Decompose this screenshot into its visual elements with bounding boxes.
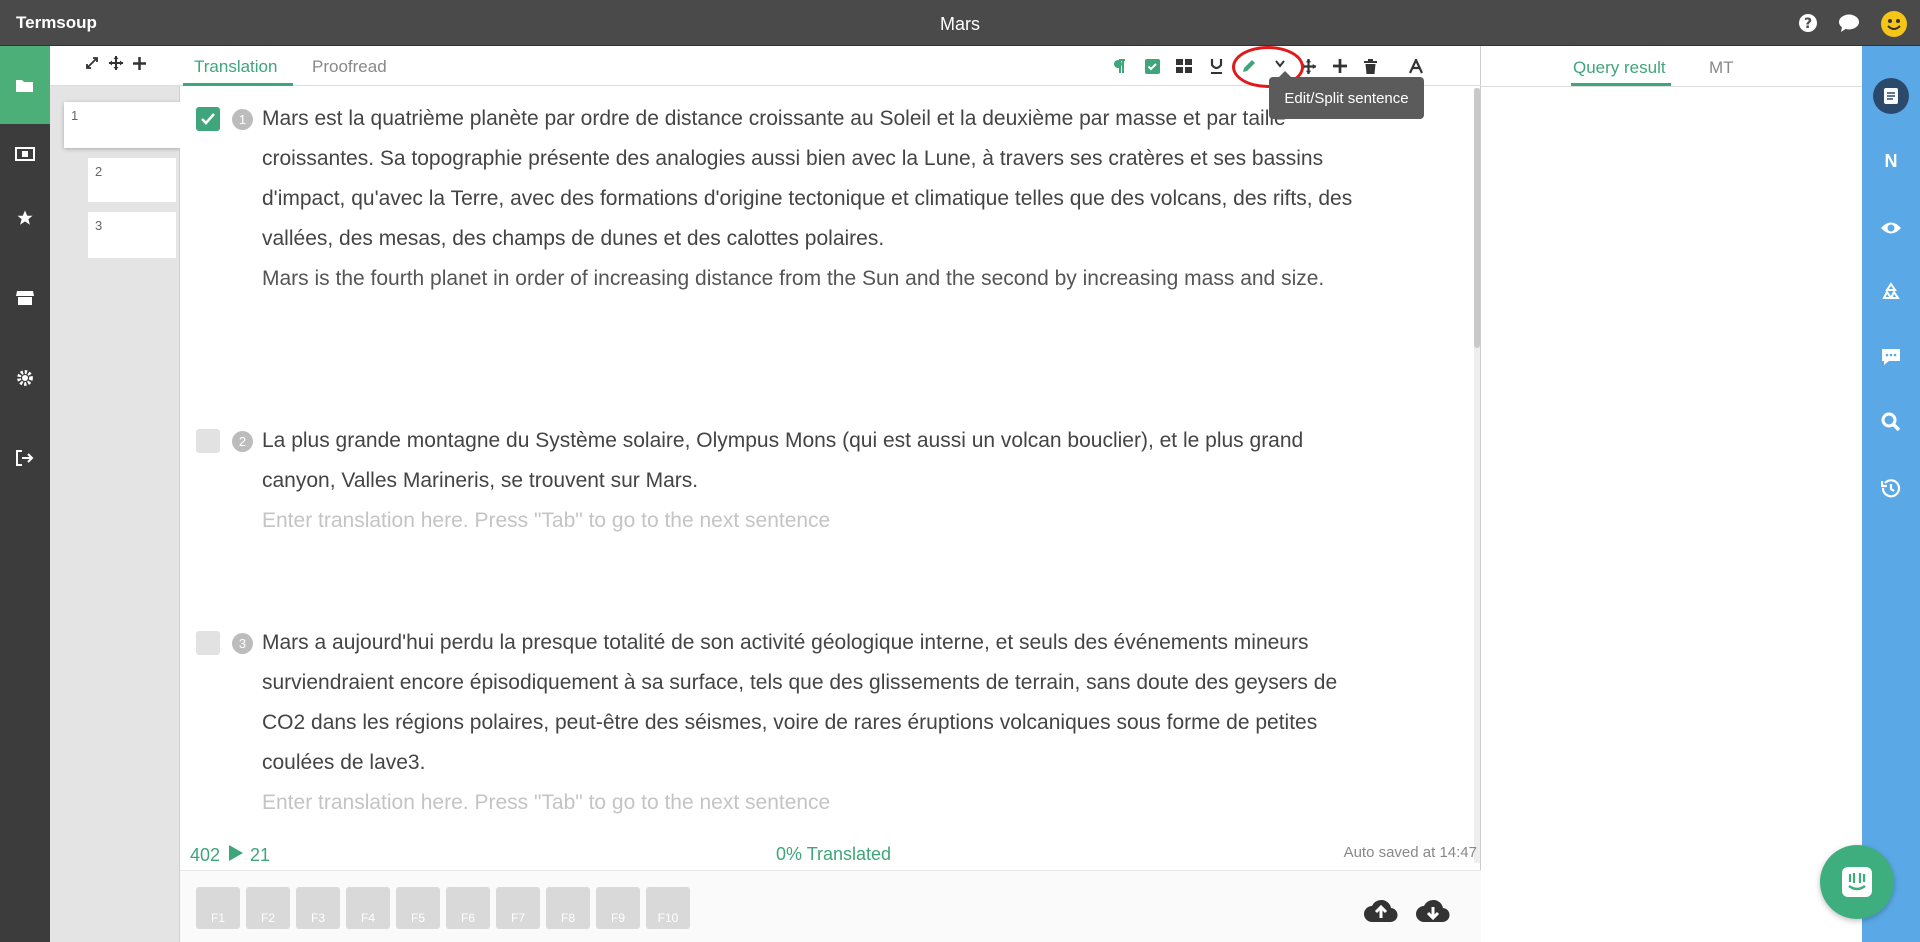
search-icon[interactable] — [1862, 402, 1920, 442]
font-icon[interactable] — [1406, 56, 1426, 76]
chat-icon[interactable] — [1838, 12, 1860, 34]
user-avatar-icon[interactable] — [1881, 11, 1907, 37]
function-key[interactable]: F6 — [446, 887, 490, 929]
add-segment-icon[interactable] — [1330, 56, 1350, 76]
sentence-checkbox[interactable] — [196, 429, 220, 453]
translation-progress: 0% Translated — [776, 844, 892, 864]
logout-icon[interactable] — [0, 438, 50, 478]
eye-icon[interactable] — [1862, 208, 1920, 248]
film-icon[interactable] — [0, 134, 50, 174]
function-key[interactable]: F8 — [546, 887, 590, 929]
confirm-check-icon[interactable] — [1142, 56, 1162, 76]
comment-icon[interactable] — [1862, 337, 1920, 377]
autosave-status: Auto saved at 14:47 — [1343, 844, 1477, 861]
function-key[interactable]: F3 — [296, 887, 340, 929]
paragraph-icon[interactable] — [1110, 56, 1130, 76]
store-icon[interactable] — [0, 278, 50, 318]
scrollbar-thumb[interactable] — [1474, 88, 1480, 348]
sentence-number-badge: 3 — [232, 633, 253, 654]
editor-scrollbar[interactable] — [1474, 88, 1480, 863]
right-sidebar: N — [1862, 46, 1920, 942]
function-key[interactable]: F1 — [196, 887, 240, 929]
cloud-upload-icon[interactable] — [1362, 895, 1400, 925]
tooltip: Edit/Split sentence — [1269, 71, 1424, 119]
sentence-checkbox[interactable] — [196, 107, 220, 131]
function-key[interactable]: F9 — [596, 887, 640, 929]
recycle-icon[interactable] — [1862, 272, 1920, 312]
translation-input[interactable]: Enter translation here. Press "Tab" to g… — [262, 501, 1362, 541]
function-key[interactable]: F10 — [646, 887, 690, 929]
sentence-block: La plus grande montagne du Système solai… — [262, 421, 1362, 541]
add-icon[interactable] — [132, 56, 146, 75]
underline-icon[interactable] — [1206, 56, 1226, 76]
function-key-bar: F1 F2 F3 F4 F5 F6 F7 F8 F9 F10 — [180, 870, 1481, 942]
top-bar: Termsoup Mars ? — [0, 0, 1920, 46]
notes-n-icon[interactable]: N — [1862, 141, 1920, 181]
segment-toolbar — [50, 46, 180, 86]
tab-mt[interactable]: MT — [1709, 58, 1734, 78]
tab-translation[interactable]: Translation — [194, 57, 277, 77]
active-tab-indicator — [183, 83, 293, 86]
source-text: Mars a aujourd'hui perdu la presque tota… — [262, 631, 1338, 774]
play-icon[interactable] — [226, 844, 244, 867]
svg-text:?: ? — [1804, 16, 1812, 32]
translation-input[interactable]: Enter translation here. Press "Tab" to g… — [262, 783, 1362, 823]
editor-panel: Translation Proofread 1 Mars est la quat… — [180, 46, 1481, 942]
sentence-number-badge: 1 — [232, 109, 253, 130]
left-sidebar — [0, 46, 50, 942]
tab-proofread[interactable]: Proofread — [312, 57, 387, 77]
translation-text[interactable]: Mars is the fourth planet in order of in… — [262, 259, 1362, 299]
sentence-checkbox[interactable] — [196, 631, 220, 655]
source-text: La plus grande montagne du Système solai… — [262, 429, 1304, 492]
help-icon[interactable]: ? — [1797, 12, 1819, 34]
source-text: Mars est la quatrième planète par ordre … — [262, 107, 1353, 250]
function-key[interactable]: F2 — [246, 887, 290, 929]
total-words: 402 — [190, 845, 221, 865]
projects-folder-icon[interactable] — [0, 46, 50, 124]
settings-gear-icon[interactable] — [0, 358, 50, 398]
segment-card[interactable]: 1 — [64, 102, 180, 148]
document-icon[interactable] — [1862, 76, 1920, 116]
history-icon[interactable] — [1862, 468, 1920, 508]
sentence-block: Mars a aujourd'hui perdu la presque tota… — [262, 623, 1362, 823]
grid-view-icon[interactable] — [1174, 56, 1194, 76]
move-icon[interactable] — [108, 56, 123, 75]
tab-divider — [1481, 86, 1862, 87]
reference-panel: Query result MT — [1481, 46, 1862, 942]
sentence-block: Mars est la quatrième planète par ordre … — [262, 99, 1362, 299]
word-count: 402 21 — [190, 844, 270, 867]
collapse-icon[interactable] — [85, 56, 99, 75]
segment-card[interactable]: 3 — [88, 212, 176, 258]
function-key[interactable]: F4 — [346, 887, 390, 929]
segment-navigator: 1 2 3 — [50, 46, 180, 942]
cloud-download-icon[interactable] — [1414, 895, 1452, 925]
star-icon[interactable] — [0, 198, 50, 238]
chat-support-button[interactable] — [1820, 845, 1894, 919]
tab-query-result[interactable]: Query result — [1573, 58, 1666, 78]
function-key[interactable]: F5 — [396, 887, 440, 929]
translated-words: 21 — [250, 845, 271, 865]
sentence-number-badge: 2 — [232, 431, 253, 452]
status-bar: 402 21 0% Translated Auto saved at 14:47 — [180, 836, 1481, 870]
segment-card[interactable]: 2 — [88, 158, 176, 202]
function-key[interactable]: F7 — [496, 887, 540, 929]
document-title: Mars — [940, 14, 980, 34]
trash-icon[interactable] — [1360, 56, 1380, 76]
